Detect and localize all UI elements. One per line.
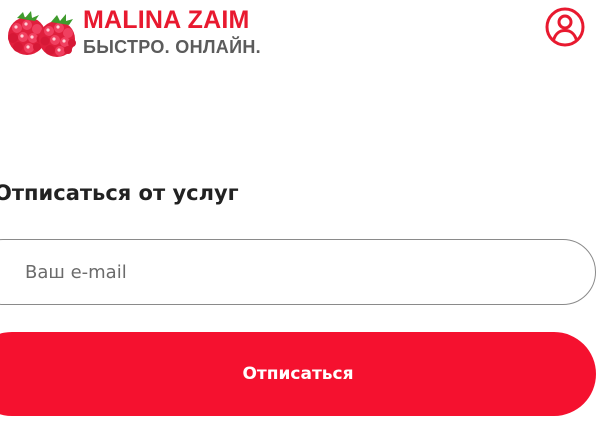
email-input[interactable] — [25, 240, 565, 304]
logo-title: MALINA ZAIM — [83, 6, 250, 34]
unsubscribe-button[interactable]: Отписаться — [0, 332, 596, 416]
logo-tagline: БЫСТРО. ОНЛАЙН. — [83, 37, 261, 57]
page: MALINA ZAIM БЫСТРО. ОНЛАЙН. Отписаться о… — [0, 0, 600, 438]
form-title: Отписаться от услуг — [0, 181, 239, 205]
user-account-icon — [545, 7, 585, 47]
user-account-button[interactable] — [544, 6, 586, 48]
raspberry-icon — [8, 11, 76, 57]
logo-link[interactable]: MALINA ZAIM БЫСТРО. ОНЛАЙН. — [3, 4, 293, 58]
email-field-wrapper — [0, 239, 596, 305]
unsubscribe-button-label: Отписаться — [242, 364, 354, 384]
site-header: MALINA ZAIM БЫСТРО. ОНЛАЙН. — [0, 0, 600, 60]
